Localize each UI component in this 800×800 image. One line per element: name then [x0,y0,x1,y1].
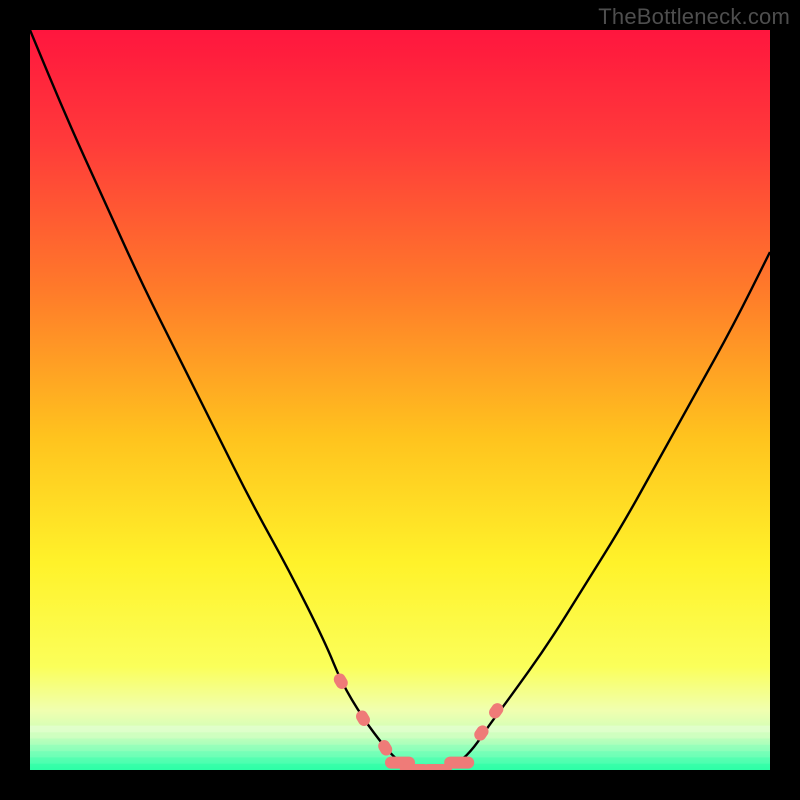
curve-marker [444,757,474,769]
attribution-text: TheBottleneck.com [598,4,790,30]
plot-area [30,30,770,770]
gradient-background [30,30,770,770]
chart-svg [30,30,770,770]
chart-frame: TheBottleneck.com [0,0,800,800]
